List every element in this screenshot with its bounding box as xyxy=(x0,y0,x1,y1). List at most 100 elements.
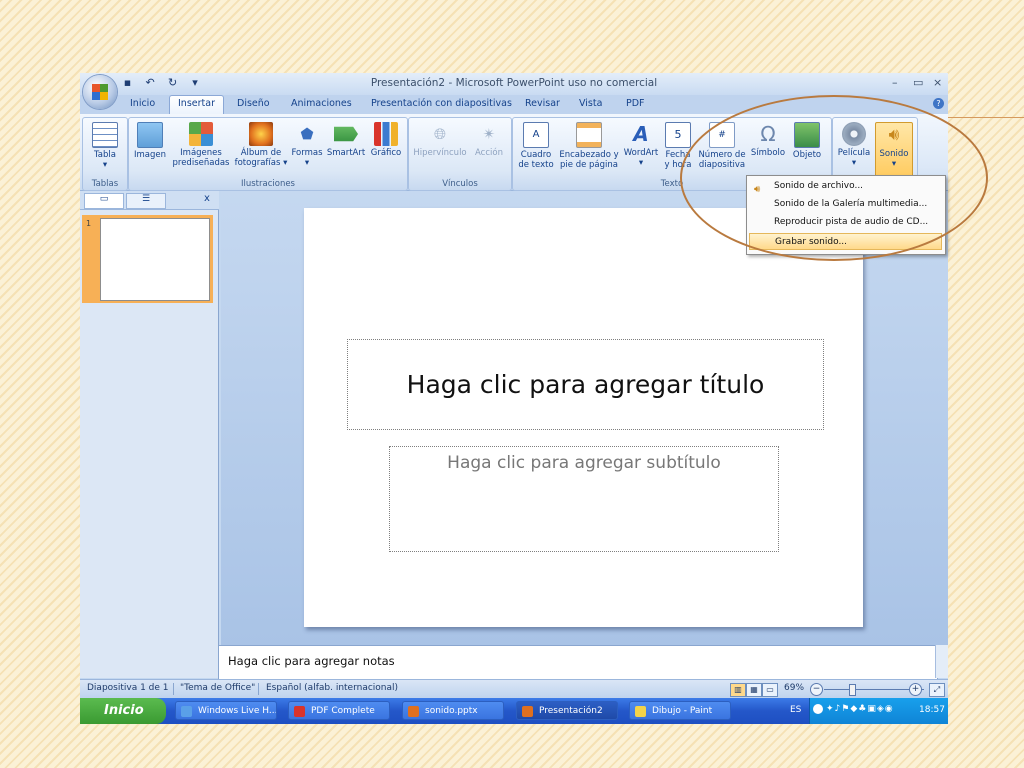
tabla-dropdown: ▾ xyxy=(102,160,108,170)
task-label: PDF Complete xyxy=(311,706,375,716)
table-icon xyxy=(92,122,118,148)
tab-diseno[interactable]: Diseño xyxy=(237,98,270,109)
paint-icon xyxy=(635,706,646,717)
help-icon[interactable]: ? xyxy=(933,98,944,109)
fit-window-icon[interactable]: ⤢ xyxy=(929,683,945,697)
tray-icons[interactable]: ✦♪⚑◆♣▣◈◉ xyxy=(826,704,894,714)
group-ilustraciones: Imagen Imágenes prediseñadas Álbum de fo… xyxy=(128,117,408,191)
slide-sorter-icon[interactable]: ▦ xyxy=(746,683,762,697)
tab-slides[interactable]: ▭ xyxy=(84,193,124,209)
tray-expand-icon[interactable] xyxy=(813,704,823,714)
title-bar: ▪ ↶ ↻ ▾ Presentación2 - Microsoft PowerP… xyxy=(80,73,948,95)
windows-live-icon xyxy=(181,706,192,717)
formas-button[interactable]: ⬟ Formas ▾ xyxy=(290,122,324,168)
smartart-label: SmartArt xyxy=(326,148,366,158)
tab-pdf[interactable]: PDF xyxy=(626,98,645,109)
task-label: sonido.pptx xyxy=(425,706,478,716)
tab-animaciones[interactable]: Animaciones xyxy=(291,98,352,109)
cuadro-label-1: Cuadro xyxy=(520,150,552,160)
imagenes-prediseñadas-button[interactable]: Imágenes prediseñadas xyxy=(171,122,231,168)
slideshow-icon[interactable]: ▭ xyxy=(762,683,778,697)
encabezado-button[interactable]: Encabezado y pie de página xyxy=(558,122,620,170)
zoom-slider-thumb[interactable] xyxy=(849,684,856,696)
picture-icon xyxy=(137,122,163,148)
wordart-icon: A xyxy=(633,122,649,146)
calendar-icon: 5 xyxy=(665,122,691,148)
start-label: Inicio xyxy=(104,703,144,718)
group-vinculos: 🌐︎ Hipervínculo ✴ Acción Vínculos xyxy=(408,117,512,191)
windows-flag-icon xyxy=(86,704,100,718)
window-title: Presentación2 - Microsoft PowerPoint uso… xyxy=(370,77,658,89)
zoom-out-button[interactable]: − xyxy=(810,683,823,696)
clipart-icon xyxy=(189,122,213,146)
formas-dropdown: ▾ xyxy=(304,158,310,168)
taskbar-item-pdf-complete[interactable]: PDF Complete xyxy=(288,701,390,720)
formas-label: Formas xyxy=(291,148,323,158)
action-icon: ✴ xyxy=(482,125,496,143)
tabla-button[interactable]: Tabla ▾ xyxy=(87,122,123,170)
tab-vista[interactable]: Vista xyxy=(579,98,602,109)
encabezado-label-2: pie de página xyxy=(560,160,618,170)
zoom-in-button[interactable]: + xyxy=(909,683,922,696)
decorative-line xyxy=(945,117,1024,118)
status-bar: Diapositiva 1 de 1 "Tema de Office" Espa… xyxy=(80,679,948,698)
task-label: Windows Live H... xyxy=(198,706,277,716)
windows-taskbar: Inicio Windows Live H... PDF Complete so… xyxy=(80,698,948,724)
hipervinculo-label: Hipervínculo xyxy=(413,148,467,158)
wordart-button[interactable]: A WordArt ▾ xyxy=(621,122,661,168)
office-button[interactable] xyxy=(83,75,117,109)
taskbar-item-presentacion2[interactable]: Presentación2 xyxy=(516,701,618,720)
group-label-tablas: Tablas xyxy=(91,179,119,189)
tab-revisar[interactable]: Revisar xyxy=(525,98,560,109)
group-label-ilustraciones: Ilustraciones xyxy=(240,179,295,189)
header-footer-icon xyxy=(576,122,602,148)
photo-album-icon xyxy=(249,122,273,146)
smartart-button[interactable]: SmartArt xyxy=(326,122,366,158)
normal-view-icon[interactable]: ▥ xyxy=(730,683,746,697)
taskbar-item-windows-live[interactable]: Windows Live H... xyxy=(175,701,277,720)
chart-icon xyxy=(374,122,398,146)
panel-close-icon[interactable]: x xyxy=(204,193,210,204)
imagenes-label-2: prediseñadas xyxy=(172,158,230,168)
maximize-button[interactable]: ▭ xyxy=(913,76,923,89)
pdf-icon xyxy=(294,706,305,717)
slide-thumbnail[interactable]: 1 xyxy=(82,215,213,303)
cuadro-texto-button[interactable]: A Cuadro de texto xyxy=(516,122,556,170)
status-separator xyxy=(258,683,259,695)
notes-pane[interactable]: Haga clic para agregar notas xyxy=(218,645,938,680)
language-bar[interactable]: ES xyxy=(790,705,801,715)
hipervinculo-button[interactable]: 🌐︎ Hipervínculo xyxy=(412,122,468,158)
accion-button[interactable]: ✴ Acción xyxy=(471,122,507,158)
album-label-1: Álbum de xyxy=(240,148,282,158)
imagen-button[interactable]: Imagen xyxy=(131,122,169,160)
theme-name[interactable]: "Tema de Office" xyxy=(180,683,255,693)
slide-canvas[interactable]: Haga clic para agregar título Haga clic … xyxy=(304,208,863,627)
title-placeholder[interactable]: Haga clic para agregar título xyxy=(347,339,824,430)
grafico-button[interactable]: Gráfico xyxy=(369,122,403,158)
imagen-label: Imagen xyxy=(133,150,166,160)
subtitle-placeholder[interactable]: Haga clic para agregar subtítulo xyxy=(389,446,779,552)
group-label-vinculos: Vínculos xyxy=(442,179,478,189)
zoom-level[interactable]: 69% xyxy=(784,683,804,693)
outline-tab-icon: ☰ xyxy=(141,194,151,204)
language-indicator[interactable]: Español (alfab. internacional) xyxy=(266,683,398,693)
taskbar-item-sonido-pptx[interactable]: sonido.pptx xyxy=(402,701,504,720)
slides-panel-header: ▭ ☰ x xyxy=(80,191,219,210)
notes-scrollbar[interactable] xyxy=(935,645,948,678)
slides-panel: 1 xyxy=(80,210,219,678)
group-tablas: Tabla ▾ Tablas xyxy=(82,117,128,191)
tab-outline[interactable]: ☰ xyxy=(126,193,166,209)
start-button[interactable]: Inicio xyxy=(80,698,166,724)
album-button[interactable]: Álbum de fotografías ▾ xyxy=(233,122,289,168)
close-button[interactable]: × xyxy=(933,76,942,89)
task-label: Presentación2 xyxy=(539,706,603,716)
taskbar-item-paint[interactable]: Dibujo - Paint xyxy=(629,701,731,720)
minimize-button[interactable]: – xyxy=(892,76,898,89)
powerpoint-icon xyxy=(522,706,533,717)
hyperlink-icon: 🌐︎ xyxy=(433,125,446,143)
accion-label: Acción xyxy=(475,148,503,158)
tab-inicio[interactable]: Inicio xyxy=(130,98,155,109)
tab-presentacion[interactable]: Presentación con diapositivas xyxy=(371,98,512,109)
encabezado-label-1: Encabezado y xyxy=(559,150,619,160)
slide-count: Diapositiva 1 de 1 xyxy=(87,683,169,693)
